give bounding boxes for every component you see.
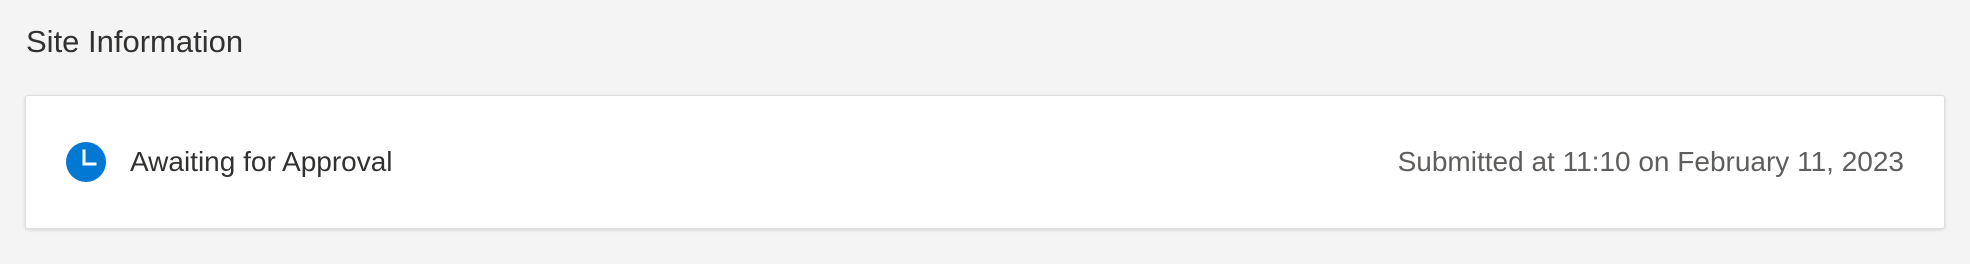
submitted-timestamp: Submitted at 11:10 on February 11, 2023 (1397, 146, 1904, 177)
section-title: Site Information (26, 24, 244, 59)
clock-icon (66, 142, 106, 182)
status-group: Awaiting for Approval (66, 142, 393, 182)
approval-status-label: Awaiting for Approval (130, 146, 393, 177)
approval-status-card: Awaiting for Approval Submitted at 11:10… (25, 95, 1945, 229)
